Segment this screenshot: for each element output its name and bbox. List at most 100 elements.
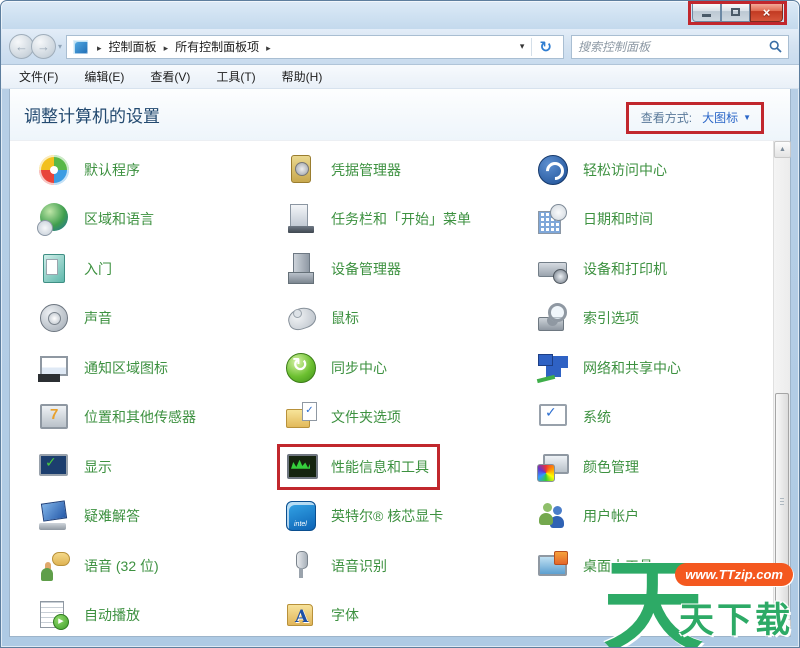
- menu-item[interactable]: 查看(V): [150, 68, 190, 85]
- menu-bar: 文件(F) 编辑(E) 查看(V) 工具(T) 帮助(H): [1, 65, 799, 89]
- panel-item-performance-tools[interactable]: 性能信息和工具: [277, 444, 440, 490]
- location-sensors-icon: [37, 400, 71, 434]
- sync-center-icon: [284, 351, 318, 385]
- annotation-window-controls: [688, 1, 787, 25]
- speech-recognition-icon: [284, 549, 318, 583]
- panel-item-label: 显示: [84, 457, 112, 477]
- panel-item-notification-area-icons[interactable]: 通知区域图标: [30, 345, 179, 391]
- panel-item-desktop-gadgets[interactable]: 桌面小工具: [529, 543, 664, 589]
- panel-item-label: 语音识别: [331, 556, 387, 576]
- panel-item-label: 声音: [84, 308, 112, 328]
- folder-options-icon: [284, 400, 318, 434]
- panel-item-color-management[interactable]: 颜色管理: [529, 444, 650, 490]
- fonts-icon: [284, 598, 318, 632]
- crumb-separator-icon[interactable]: ▸: [90, 43, 109, 53]
- control-panel-icon: [73, 40, 88, 54]
- search-icon[interactable]: [769, 40, 782, 53]
- crumb-separator-icon[interactable]: ▸: [259, 43, 278, 53]
- scrollbar[interactable]: ▲ ▼: [773, 141, 790, 636]
- panel-item-troubleshooting[interactable]: 疑难解答: [30, 493, 151, 539]
- panel-item-label: 用户帐户: [583, 506, 639, 526]
- client-area: 调整计算机的设置 查看方式: 大图标 ▼ 默认程序凭据管理器轻松访问中心区域和语…: [9, 89, 791, 637]
- search-input[interactable]: 搜索控制面板: [571, 35, 789, 59]
- view-by-label: 查看方式:: [641, 109, 692, 126]
- panel-item-credential-manager[interactable]: 凭据管理器: [277, 147, 412, 193]
- navigation-toolbar: ← → ▾ ▸控制面板▸所有控制面板项▸ ▾ ↻ 搜索控制面板: [1, 29, 799, 65]
- breadcrumb-segment[interactable]: 控制面板: [109, 40, 157, 54]
- panel-item-label: 位置和其他传感器: [84, 407, 196, 427]
- forward-button[interactable]: →: [31, 34, 56, 59]
- panel-item-display[interactable]: 显示: [30, 444, 123, 490]
- panel-item-speech-32bit[interactable]: 语音 (32 位): [30, 543, 170, 589]
- user-accounts-icon: [536, 499, 570, 533]
- panel-item-label: 字体: [331, 605, 359, 625]
- devices-and-printers-icon: [536, 252, 570, 286]
- view-by-control[interactable]: 查看方式: 大图标 ▼: [626, 102, 764, 134]
- panel-item-label: 入门: [84, 259, 112, 279]
- view-by-value-link[interactable]: 大图标: [702, 109, 738, 126]
- panel-item-mouse[interactable]: 鼠标: [277, 295, 370, 341]
- recent-pages-icon[interactable]: ▾: [58, 42, 62, 51]
- scroll-up-button[interactable]: ▲: [774, 141, 791, 158]
- panel-item-default-programs[interactable]: 默认程序: [30, 147, 151, 193]
- view-by-caret-icon: ▼: [743, 113, 751, 122]
- indexing-options-icon: [536, 301, 570, 335]
- panel-item-label: 英特尔® 核芯显卡: [331, 506, 443, 526]
- panel-item-folder-options[interactable]: 文件夹选项: [277, 394, 412, 440]
- date-and-time-icon: [536, 202, 570, 236]
- panel-item-label: 日期和时间: [583, 209, 653, 229]
- panel-item-label: 疑难解答: [84, 506, 140, 526]
- address-dropdown-icon[interactable]: ▾: [513, 41, 532, 52]
- panel-item-indexing-options[interactable]: 索引选项: [529, 295, 650, 341]
- speech-32bit-icon: [37, 549, 71, 583]
- panel-item-date-and-time[interactable]: 日期和时间: [529, 196, 664, 242]
- credential-manager-icon: [284, 153, 318, 187]
- breadcrumb: ▸控制面板▸所有控制面板项▸: [90, 38, 278, 55]
- troubleshooting-icon: [37, 499, 71, 533]
- intel-graphics-icon: [284, 499, 318, 533]
- panel-item-getting-started[interactable]: 入门: [30, 246, 123, 292]
- panel-item-region-and-language[interactable]: 区域和语言: [30, 196, 165, 242]
- panel-item-system[interactable]: 系统: [529, 394, 622, 440]
- panel-item-intel-graphics[interactable]: 英特尔® 核芯显卡: [277, 493, 454, 539]
- scrollbar-thumb[interactable]: [775, 393, 789, 608]
- panel-item-label: 设备和打印机: [583, 259, 667, 279]
- panel-item-devices-and-printers[interactable]: 设备和打印机: [529, 246, 678, 292]
- address-bar[interactable]: ▸控制面板▸所有控制面板项▸ ▾ ↻: [66, 35, 564, 59]
- panel-item-fonts[interactable]: 字体: [277, 592, 370, 638]
- menu-item[interactable]: 工具(T): [216, 68, 255, 85]
- panel-item-label: 语音 (32 位): [84, 556, 159, 576]
- menu-item[interactable]: 编辑(E): [84, 68, 124, 85]
- titlebar[interactable]: ×: [1, 1, 799, 29]
- region-and-language-icon: [37, 202, 71, 236]
- control-panel-window: × ← → ▾ ▸控制面板▸所有控制面板项▸ ▾ ↻ 搜索控制面板 文件(F)编…: [0, 0, 800, 648]
- default-programs-icon: [37, 153, 71, 187]
- panel-item-label: 凭据管理器: [331, 160, 401, 180]
- performance-tools-icon: [284, 450, 318, 484]
- panel-item-taskbar-start-menu[interactable]: 任务栏和「开始」菜单: [277, 196, 482, 242]
- panel-item-network-sharing-center[interactable]: 网络和共享中心: [529, 345, 692, 391]
- panel-item-label: 桌面小工具: [583, 556, 653, 576]
- panel-item-autoplay[interactable]: 自动播放: [30, 592, 151, 638]
- panel-item-sound[interactable]: 声音: [30, 295, 123, 341]
- panel-item-location-sensors[interactable]: 位置和其他传感器: [30, 394, 207, 440]
- refresh-icon[interactable]: ↻: [532, 38, 559, 56]
- panel-item-label: 文件夹选项: [331, 407, 401, 427]
- back-icon: ←: [15, 39, 28, 54]
- panel-item-device-manager[interactable]: 设备管理器: [277, 246, 412, 292]
- crumb-separator-icon[interactable]: ▸: [157, 43, 176, 53]
- panel-item-speech-recognition[interactable]: 语音识别: [277, 543, 398, 589]
- taskbar-start-menu-icon: [284, 202, 318, 236]
- scroll-down-button[interactable]: ▼: [774, 619, 791, 636]
- panel-item-label: 同步中心: [331, 358, 387, 378]
- breadcrumb-segment[interactable]: 所有控制面板项: [175, 40, 259, 54]
- panel-item-sync-center[interactable]: 同步中心: [277, 345, 398, 391]
- panel-item-user-accounts[interactable]: 用户帐户: [529, 493, 650, 539]
- desktop-gadgets-icon: [536, 549, 570, 583]
- panel-item-label: 自动播放: [84, 605, 140, 625]
- panel-item-ease-of-access-center[interactable]: 轻松访问中心: [529, 147, 678, 193]
- panel-item-label: 区域和语言: [84, 209, 154, 229]
- menu-item[interactable]: 文件(F): [19, 68, 58, 85]
- menu-item[interactable]: 帮助(H): [282, 68, 323, 85]
- panel-item-label: 网络和共享中心: [583, 358, 681, 378]
